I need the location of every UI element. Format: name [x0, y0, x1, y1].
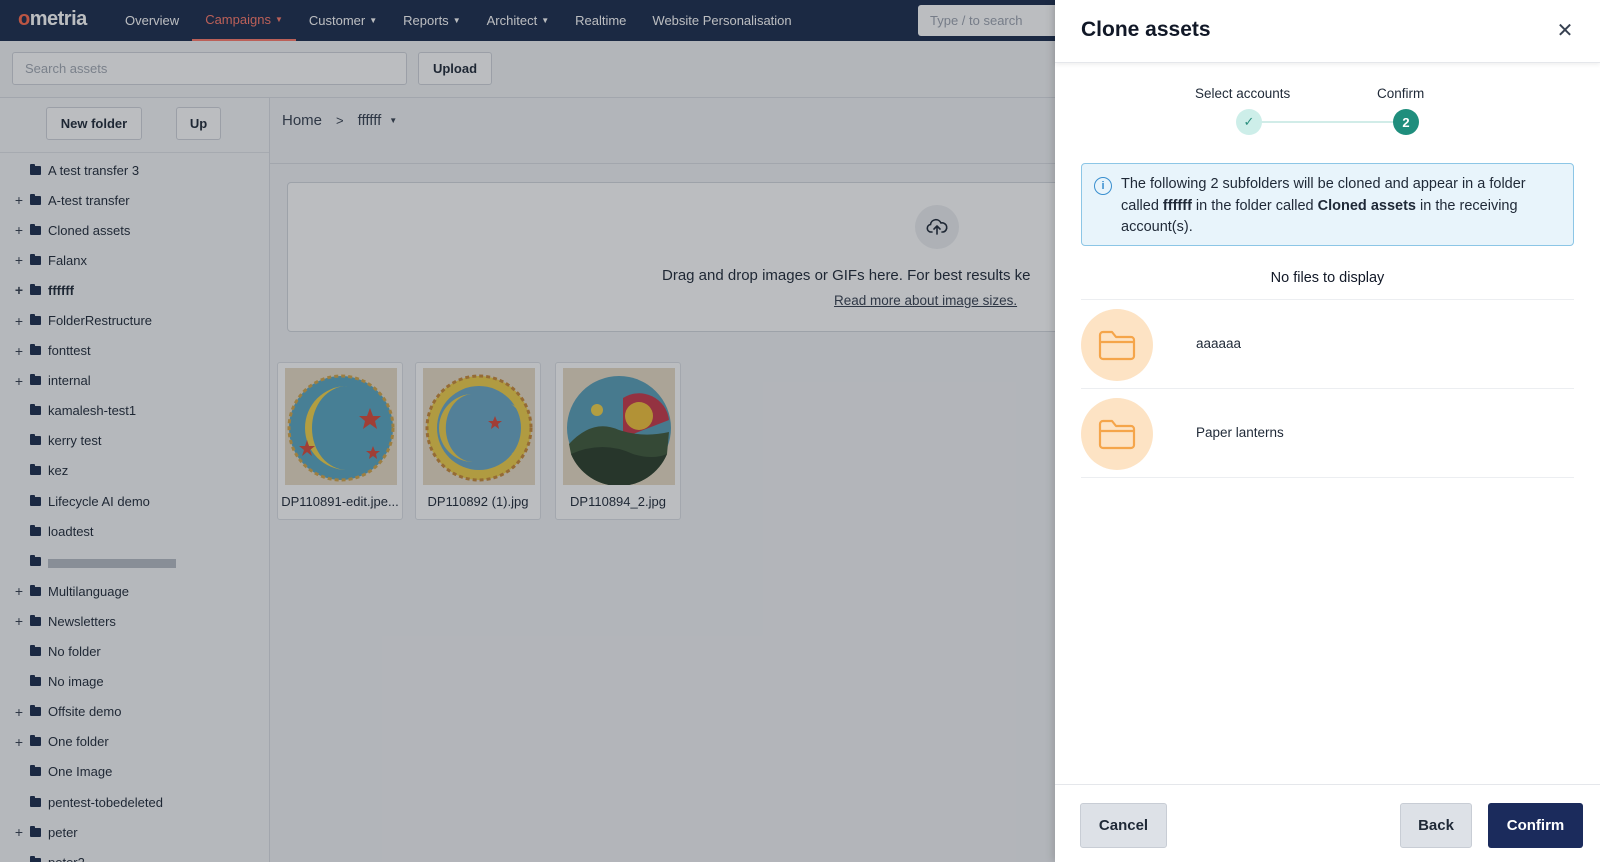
step-label-select-accounts: Select accounts [1195, 86, 1291, 101]
info-callout: i The following 2 subfolders will be clo… [1081, 163, 1574, 246]
subfolder-row: Paper lanterns [1081, 389, 1574, 478]
info-text: The following 2 subfolders will be clone… [1121, 176, 1526, 235]
info-icon: i [1094, 177, 1112, 195]
folder-icon [1081, 398, 1153, 470]
cancel-button[interactable]: Cancel [1080, 803, 1167, 848]
subfolder-name: aaaaaa [1196, 336, 1242, 351]
step-label-confirm: Confirm [1377, 86, 1425, 101]
drawer-title: Clone assets [1081, 18, 1211, 41]
info-parent-folder: Cloned assets [1317, 197, 1416, 214]
clone-assets-drawer: Clone assets ✕ Select accounts Confirm ✓… [1055, 0, 1600, 862]
back-button[interactable]: Back [1400, 803, 1472, 848]
close-icon[interactable]: ✕ [1554, 20, 1576, 42]
step-current-marker: 2 [1393, 109, 1419, 135]
subfolder-row: aaaaaa [1081, 300, 1574, 389]
step-connector [1250, 121, 1405, 123]
drawer-header: Clone assets ✕ [1055, 0, 1600, 63]
info-folder-name: ffffff [1162, 197, 1192, 214]
subfolder-list: aaaaaa Paper lanterns [1081, 299, 1574, 478]
drawer-footer: Cancel Back Confirm [1055, 784, 1600, 862]
subfolder-name: Paper lanterns [1196, 425, 1284, 440]
step-complete-check-icon: ✓ [1236, 109, 1262, 135]
confirm-button[interactable]: Confirm [1488, 803, 1583, 848]
no-files-message: No files to display [1270, 270, 1385, 286]
folder-icon [1081, 309, 1153, 381]
stepper: Select accounts Confirm ✓ 2 [1055, 80, 1600, 140]
